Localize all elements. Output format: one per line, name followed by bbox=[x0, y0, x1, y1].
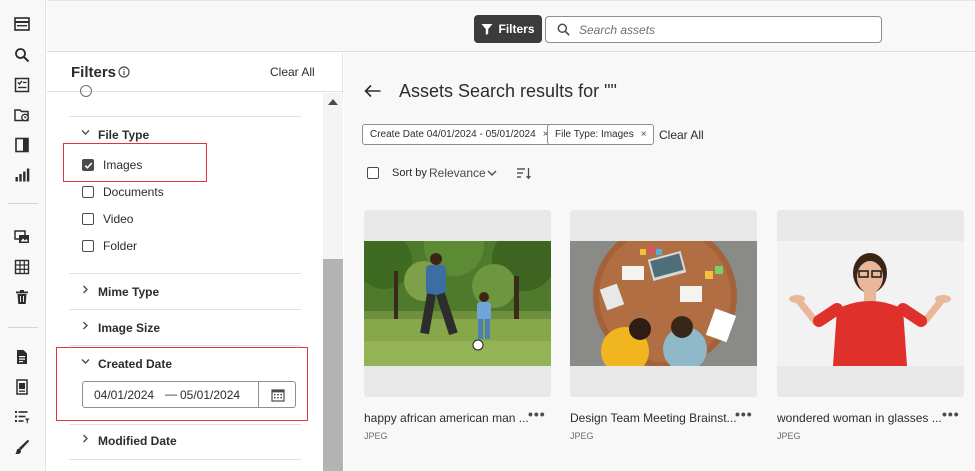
checklist-icon[interactable] bbox=[11, 74, 33, 96]
asset-name[interactable]: Design Team Meeting Brainst... bbox=[570, 411, 737, 425]
info-icon[interactable] bbox=[118, 66, 130, 78]
asset-type: JPEG bbox=[364, 431, 388, 441]
filter-divider bbox=[69, 345, 301, 346]
checkbox[interactable] bbox=[82, 186, 94, 198]
asset-thumbnail[interactable] bbox=[364, 241, 551, 366]
document-icon[interactable] bbox=[11, 346, 33, 368]
checkbox[interactable] bbox=[82, 240, 94, 252]
chip-label: Create Date 04/01/2024 - 05/01/2024 bbox=[370, 129, 536, 140]
filters-panel: Filters Clear All File Type Images Docum… bbox=[47, 53, 343, 471]
list-filter-icon[interactable] bbox=[11, 406, 33, 428]
park-photo-image bbox=[364, 241, 551, 366]
modified-date-section-title[interactable]: Modified Date bbox=[98, 434, 177, 448]
asset-thumbnail[interactable] bbox=[777, 241, 964, 366]
more-options-icon[interactable]: ••• bbox=[528, 406, 546, 422]
search-field[interactable] bbox=[545, 16, 882, 43]
results-area: Assets Search results for "" Create Date… bbox=[344, 53, 975, 471]
filter-divider bbox=[69, 424, 301, 425]
images-icon[interactable] bbox=[11, 226, 33, 248]
brush-icon[interactable] bbox=[11, 436, 33, 458]
asset-card[interactable] bbox=[364, 210, 551, 397]
clear-all-filters-button[interactable]: Clear All bbox=[270, 65, 315, 79]
chip-label: File Type: Images bbox=[555, 129, 634, 140]
meeting-photo-image bbox=[570, 241, 757, 366]
grid-icon[interactable] bbox=[11, 256, 33, 278]
collection-icon[interactable] bbox=[11, 134, 33, 156]
radio-icon[interactable] bbox=[80, 85, 92, 97]
filter-divider bbox=[69, 273, 301, 274]
asset-card[interactable] bbox=[777, 210, 964, 397]
chevron-right-icon[interactable] bbox=[81, 321, 90, 330]
file-type-option-video[interactable]: Video bbox=[82, 211, 133, 227]
asset-type: JPEG bbox=[777, 431, 801, 441]
option-label: Video bbox=[103, 212, 134, 226]
asset-type: JPEG bbox=[570, 431, 594, 441]
chevron-down-icon[interactable] bbox=[81, 128, 90, 137]
filter-chip-create-date[interactable]: Create Date 04/01/2024 - 05/01/2024 × bbox=[362, 124, 556, 145]
clear-all-chips-button[interactable]: Clear All bbox=[659, 128, 704, 142]
highlight-annotation-box bbox=[63, 143, 207, 182]
chevron-right-icon[interactable] bbox=[81, 434, 90, 443]
search-icon[interactable] bbox=[11, 44, 33, 66]
chip-remove-icon[interactable]: × bbox=[641, 129, 647, 140]
insights-icon[interactable] bbox=[11, 164, 33, 186]
app-root: Filters Filters Clear All File Type Imag… bbox=[0, 0, 975, 471]
file-type-section-title[interactable]: File Type bbox=[98, 128, 149, 142]
mime-type-section-title[interactable]: Mime Type bbox=[98, 285, 159, 299]
filter-divider bbox=[69, 116, 301, 117]
rail-divider bbox=[8, 327, 38, 328]
filters-header: Filters Clear All bbox=[47, 53, 343, 92]
filters-title: Filters bbox=[71, 64, 117, 81]
chevron-right-icon[interactable] bbox=[81, 285, 90, 294]
filter-chip-file-type[interactable]: File Type: Images × bbox=[547, 124, 654, 145]
filters-scrollbar-thumb[interactable] bbox=[323, 259, 343, 471]
card-view-icon[interactable] bbox=[11, 13, 33, 35]
rail-divider bbox=[8, 203, 38, 204]
sort-order-icon[interactable] bbox=[516, 166, 532, 180]
search-input[interactable] bbox=[579, 22, 869, 37]
more-options-icon[interactable]: ••• bbox=[735, 406, 753, 422]
funnel-icon bbox=[481, 24, 493, 35]
file-type-option-folder[interactable]: Folder bbox=[82, 238, 137, 254]
file-stack-icon[interactable] bbox=[11, 376, 33, 398]
woman-portrait-image bbox=[777, 241, 964, 366]
trash-icon[interactable] bbox=[11, 286, 33, 308]
option-label: Documents bbox=[103, 185, 164, 199]
results-title: Assets Search results for "" bbox=[399, 81, 617, 101]
filter-divider bbox=[69, 309, 301, 310]
folder-clock-icon[interactable] bbox=[11, 104, 33, 126]
filter-divider bbox=[69, 459, 301, 460]
image-size-section-title[interactable]: Image Size bbox=[98, 321, 160, 335]
asset-name[interactable]: happy african american man ... bbox=[364, 411, 529, 425]
search-icon bbox=[557, 23, 570, 36]
left-nav-rail bbox=[0, 0, 46, 471]
checkbox[interactable] bbox=[82, 213, 94, 225]
top-bar: Filters bbox=[47, 0, 975, 52]
scroll-up-arrow-icon[interactable] bbox=[328, 99, 338, 105]
filters-button-label: Filters bbox=[498, 22, 535, 36]
asset-name[interactable]: wondered woman in glasses ... bbox=[777, 411, 942, 425]
select-all-checkbox[interactable] bbox=[367, 167, 379, 179]
asset-card[interactable] bbox=[570, 210, 757, 397]
option-label: Folder bbox=[103, 239, 138, 253]
back-arrow-icon[interactable] bbox=[364, 84, 381, 98]
sort-dropdown[interactable]: Relevance bbox=[429, 166, 486, 180]
chevron-down-icon[interactable] bbox=[487, 168, 497, 178]
file-type-option-documents[interactable]: Documents bbox=[82, 184, 164, 200]
sort-by-label: Sort by bbox=[392, 167, 427, 179]
filters-toggle-button[interactable]: Filters bbox=[474, 15, 542, 43]
asset-thumbnail[interactable] bbox=[570, 241, 757, 366]
more-options-icon[interactable]: ••• bbox=[942, 406, 960, 422]
highlight-annotation-box bbox=[56, 347, 308, 421]
